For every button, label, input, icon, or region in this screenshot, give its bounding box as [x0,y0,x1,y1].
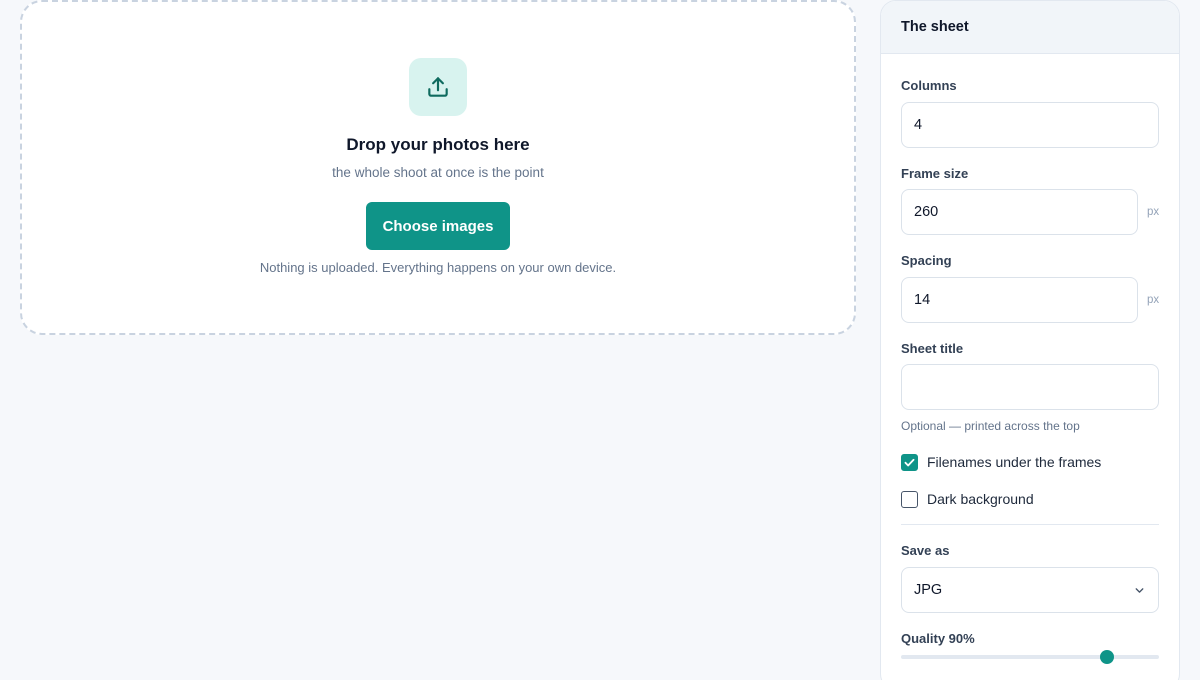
quality-slider[interactable] [901,650,1159,664]
divider [901,524,1159,525]
dropzone-title: Drop your photos here [346,135,530,154]
filenames-label: Filenames under the frames [927,454,1102,470]
sheet-title-hint: Optional — printed across the top [901,419,1080,433]
sheet-title-input[interactable] [901,364,1159,410]
spacing-unit: px [1147,294,1160,306]
frame-size-unit: px [1147,206,1160,218]
columns-label: Columns [901,78,957,93]
quality-slider-track[interactable] [901,655,1159,659]
choose-images-button[interactable]: Choose images [366,202,510,250]
spacing-label: Spacing [901,253,952,268]
panel-title: The sheet [881,1,1179,54]
save-as-select[interactable]: JPG [901,567,1159,613]
checkmark-icon [904,458,915,466]
sheet-settings-panel: The sheet Columns Frame size px Spacing … [880,0,1180,680]
filenames-checkbox[interactable] [901,453,918,471]
dark-background-checkbox[interactable] [901,490,918,508]
sheet-title-label: Sheet title [901,341,964,356]
dropzone-subtitle: the whole shoot at once is the point [332,165,544,180]
page: Drop your photos here the whole shoot at… [0,0,1200,680]
photo-dropzone[interactable]: Drop your photos here the whole shoot at… [20,0,856,335]
quality-label: Quality 90% [901,631,975,646]
frame-size-label: Frame size [901,166,969,181]
dark-background-checkbox-row[interactable]: Dark background [901,490,1034,508]
quality-slider-thumb[interactable] [1100,650,1115,664]
chevron-down-icon [1135,587,1144,593]
dark-background-label: Dark background [927,491,1034,507]
spacing-input[interactable] [901,277,1138,323]
filenames-checkbox-row[interactable]: Filenames under the frames [901,453,1101,471]
privacy-note: Nothing is uploaded. Everything happens … [259,260,617,275]
save-as-value: JPG [914,582,943,598]
save-as-label: Save as [901,543,950,558]
upload-icon [409,58,467,116]
columns-input[interactable] [901,102,1159,148]
frame-size-input[interactable] [901,189,1138,235]
